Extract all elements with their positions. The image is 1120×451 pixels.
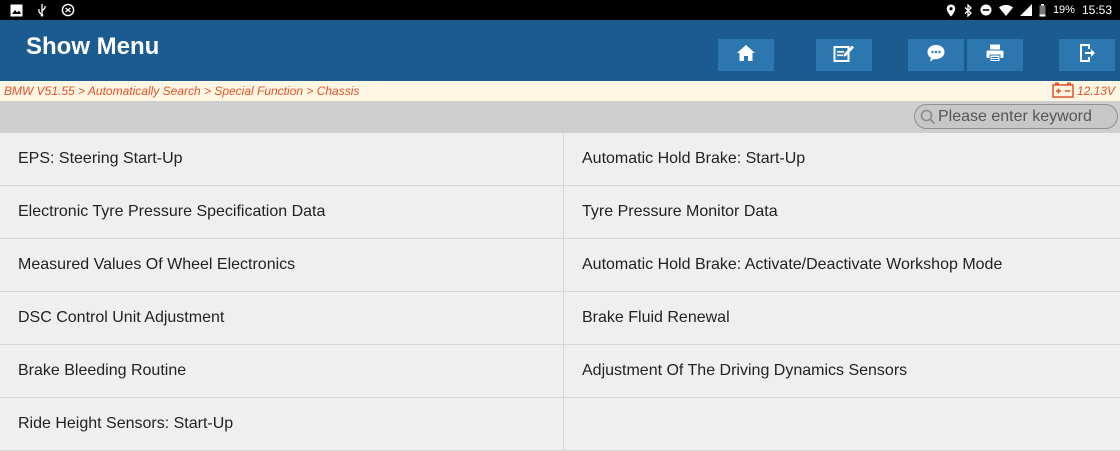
status-bar: 19% 15:53 xyxy=(0,0,1120,20)
image-icon xyxy=(10,2,23,18)
menu-item[interactable]: Measured Values Of Wheel Electronics xyxy=(0,239,564,292)
breadcrumb-path: BMW V51.55 > Automatically Search > Spec… xyxy=(4,84,360,98)
chat-button[interactable] xyxy=(908,39,964,71)
exit-button[interactable] xyxy=(1059,39,1115,71)
status-right-icons: 19% 15:53 xyxy=(946,2,1112,18)
vehicle-voltage: 12.13V xyxy=(1052,82,1115,101)
edit-icon xyxy=(833,43,855,68)
voltage-value: 12.13V xyxy=(1076,84,1115,98)
usb-icon xyxy=(35,2,49,18)
car-battery-icon xyxy=(1052,82,1074,101)
print-button[interactable] xyxy=(967,39,1023,71)
status-left-icons xyxy=(10,2,75,18)
menu-item[interactable]: Automatic Hold Brake: Start-Up xyxy=(564,133,1120,186)
menu-item-empty xyxy=(564,398,1120,451)
menu-item[interactable]: Brake Bleeding Routine xyxy=(0,345,564,398)
chat-icon xyxy=(926,43,946,68)
menu-item[interactable]: EPS: Steering Start-Up xyxy=(0,133,564,186)
menu-grid: EPS: Steering Start-Up Automatic Hold Br… xyxy=(0,133,1120,451)
wifi-icon xyxy=(998,2,1013,18)
search-input[interactable] xyxy=(936,107,1118,126)
print-icon xyxy=(985,43,1005,68)
breadcrumb: BMW V51.55 > Automatically Search > Spec… xyxy=(0,81,1120,101)
location-icon xyxy=(946,2,956,18)
title-bar: Show Menu xyxy=(0,20,1120,81)
search-bar xyxy=(0,101,1120,133)
battery-icon xyxy=(1039,2,1046,18)
home-button[interactable] xyxy=(718,39,774,71)
search-box[interactable] xyxy=(914,104,1118,129)
menu-item[interactable]: DSC Control Unit Adjustment xyxy=(0,292,564,345)
bluetooth-icon xyxy=(963,2,973,18)
exit-icon xyxy=(1078,43,1096,68)
menu-item[interactable]: Automatic Hold Brake: Activate/Deactivat… xyxy=(564,239,1120,292)
page-title: Show Menu xyxy=(26,33,160,60)
home-icon xyxy=(736,44,756,67)
battery-percent: 19% xyxy=(1052,4,1075,16)
signal-icon xyxy=(1019,2,1032,18)
search-icon xyxy=(920,109,936,125)
minus-circle-icon xyxy=(980,2,992,18)
clock: 15:53 xyxy=(1081,3,1112,17)
menu-item[interactable]: Adjustment Of The Driving Dynamics Senso… xyxy=(564,345,1120,398)
menu-item[interactable]: Ride Height Sensors: Start-Up xyxy=(0,398,564,451)
menu-item[interactable]: Electronic Tyre Pressure Specification D… xyxy=(0,186,564,239)
menu-item[interactable]: Brake Fluid Renewal xyxy=(564,292,1120,345)
edit-button[interactable] xyxy=(816,39,872,71)
no-disturb-icon xyxy=(61,2,75,18)
menu-item[interactable]: Tyre Pressure Monitor Data xyxy=(564,186,1120,239)
